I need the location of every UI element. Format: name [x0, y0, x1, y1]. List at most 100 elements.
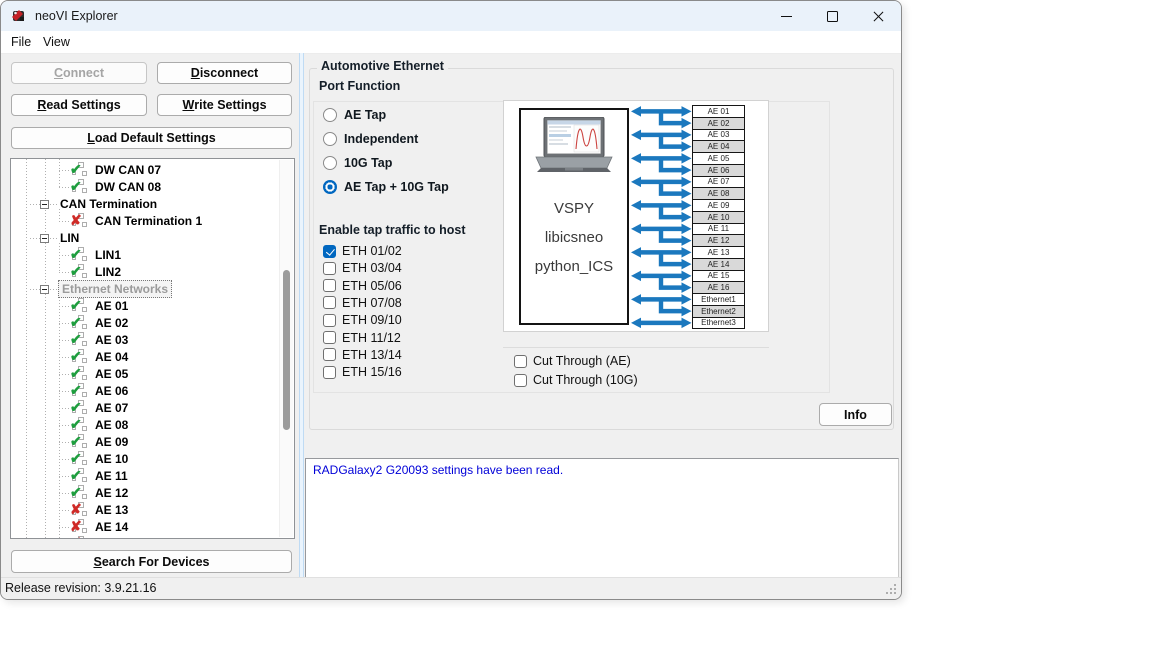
- connect-button[interactable]: Connect: [11, 62, 147, 84]
- resize-grip[interactable]: [886, 584, 897, 595]
- check-icon: ✔: [70, 450, 82, 466]
- tree-item-ae-12[interactable]: ✔AE 12: [11, 485, 280, 502]
- network-node: [82, 443, 87, 448]
- radio-option-10g-tap[interactable]: 10G Tap: [323, 153, 392, 173]
- tree-item-ae-14[interactable]: ✘ AE 14: [11, 519, 280, 536]
- tree-item-can-termination-1[interactable]: ✘CAN Termination 1: [11, 213, 280, 230]
- radio-option-ae-tap[interactable]: AE Tap: [323, 105, 386, 125]
- tree-item-label: AE 14: [95, 520, 128, 534]
- tree-item-ae-08[interactable]: ✔AE 08: [11, 417, 280, 434]
- search-for-devices-button[interactable]: Search For Devices: [11, 550, 292, 573]
- tree-item-ae-04[interactable]: ✔AE 04: [11, 349, 280, 366]
- host-software-box: VSPY libicsneo python_ICS: [519, 108, 629, 325]
- tree-expander-minus-icon[interactable]: [40, 285, 49, 294]
- tree-scrollbar[interactable]: [279, 160, 293, 537]
- checkbox-icon[interactable]: [323, 296, 336, 309]
- minimize-button[interactable]: [763, 1, 809, 31]
- tree-item-ae-07[interactable]: ✔AE 07: [11, 400, 280, 417]
- network-disabled-icon: ✘: [70, 519, 88, 535]
- disconnect-button[interactable]: Disconnect: [157, 62, 292, 84]
- cross-icon: ✘: [70, 212, 82, 228]
- checkbox-option-eth-05-06[interactable]: ETH 05/06: [323, 278, 402, 294]
- checkbox-icon[interactable]: [323, 279, 336, 292]
- tree-connector: [30, 204, 40, 205]
- checkbox-option-eth-07-08[interactable]: ETH 07/08: [323, 295, 402, 311]
- checkbox-icon[interactable]: [323, 314, 336, 327]
- tree-item-ethernet-networks[interactable]: Ethernet Networks: [11, 281, 280, 298]
- tree-item-ae-13[interactable]: ✘AE 13: [11, 502, 280, 519]
- checkbox-label: ETH 09/10: [342, 313, 402, 327]
- info-button[interactable]: Info: [819, 403, 892, 426]
- checkbox-option-eth-11-12[interactable]: ETH 11/12: [323, 330, 401, 346]
- network-node: [82, 375, 87, 380]
- network-enabled-icon: ✔: [70, 162, 88, 178]
- tree-item-ae-03[interactable]: ✔AE 03: [11, 332, 280, 349]
- checkbox-icon[interactable]: [323, 348, 336, 361]
- checkbox-option-cut-through-ae-[interactable]: Cut Through (AE): [514, 353, 631, 369]
- tree-expander-minus-icon[interactable]: [40, 200, 49, 209]
- tree-item-ae-01[interactable]: ✔AE 01: [11, 298, 280, 315]
- tree-item-dw-can-08[interactable]: ✔DW CAN 08: [11, 179, 280, 196]
- radio-icon[interactable]: [323, 132, 337, 146]
- tree-expander-minus-icon[interactable]: [40, 234, 49, 243]
- checkbox-label: ETH 07/08: [342, 296, 402, 310]
- checkbox-option-eth-09-10[interactable]: ETH 09/10: [323, 312, 402, 328]
- tree-item-lin2[interactable]: ✔LIN2: [11, 264, 280, 281]
- tree-connector: [59, 510, 70, 511]
- tree-item-ae-06[interactable]: ✔AE 06: [11, 383, 280, 400]
- menu-file[interactable]: File: [5, 31, 37, 53]
- checkbox-label: ETH 01/02: [342, 244, 402, 258]
- tree-item-ae-02[interactable]: ✔AE 02: [11, 315, 280, 332]
- tree-item-lin[interactable]: LIN: [11, 230, 280, 247]
- maximize-button[interactable]: [809, 1, 855, 31]
- checkbox-icon[interactable]: [323, 262, 336, 275]
- panel-splitter[interactable]: [297, 53, 304, 578]
- tree-rows: ✔DW CAN 07✔DW CAN 08CAN Termination✘CAN …: [11, 159, 280, 538]
- checkbox-icon[interactable]: [514, 374, 527, 387]
- tree-item-ae-10[interactable]: ✔AE 10: [11, 451, 280, 468]
- checkbox-icon[interactable]: [323, 366, 336, 379]
- tree-scrollbar-thumb[interactable]: [283, 270, 290, 430]
- host-label: libicsneo: [521, 223, 627, 252]
- network-enabled-icon: ✔: [70, 485, 88, 501]
- check-icon: ✔: [70, 314, 82, 330]
- checkbox-option-eth-15-16[interactable]: ETH 15/16: [323, 364, 402, 380]
- tree-connector: [59, 493, 70, 494]
- checkbox-icon[interactable]: [514, 355, 527, 368]
- radio-selected-icon[interactable]: [323, 180, 337, 194]
- checkbox-label: ETH 05/06: [342, 279, 402, 293]
- tree-connector: [59, 408, 70, 409]
- tap-traffic-label: Enable tap traffic to host: [319, 223, 466, 237]
- tree-item-label: AE 05: [95, 367, 128, 381]
- radio-option-ae-tap-10g-tap[interactable]: AE Tap + 10G Tap: [323, 177, 449, 197]
- radio-icon[interactable]: [323, 108, 337, 122]
- close-button[interactable]: [855, 1, 901, 31]
- write-settings-button[interactable]: Write Settings: [157, 94, 292, 116]
- port-box-ethernet3: Ethernet3: [692, 317, 745, 330]
- maximize-icon: [827, 11, 838, 22]
- tree-item-ae-11[interactable]: ✔AE 11: [11, 468, 280, 485]
- tree-item-lin1[interactable]: ✔LIN1: [11, 247, 280, 264]
- network-node: [82, 528, 87, 533]
- network-node: [82, 341, 87, 346]
- tree-item-ae-09[interactable]: ✔AE 09: [11, 434, 280, 451]
- checkbox-option-eth-01-02[interactable]: ETH 01/02: [323, 243, 402, 259]
- checkbox-option-eth-13-14[interactable]: ETH 13/14: [323, 347, 402, 363]
- menu-view[interactable]: View: [37, 31, 76, 53]
- laptop-icon: [533, 117, 615, 175]
- port-mapping-diagram: VSPY libicsneo python_ICS AE 01AE 02AE 0…: [503, 100, 769, 332]
- load-default-settings-button[interactable]: Load Default Settings: [11, 127, 292, 149]
- tree-connector: [59, 221, 70, 222]
- diagram-divider: [503, 347, 769, 348]
- radio-icon[interactable]: [323, 156, 337, 170]
- checkbox-option-cut-through-10g-[interactable]: Cut Through (10G): [514, 372, 638, 388]
- tree-item-can-termination[interactable]: CAN Termination: [11, 196, 280, 213]
- read-settings-button[interactable]: Read Settings: [11, 94, 147, 116]
- checkbox-icon[interactable]: [323, 331, 336, 344]
- tree-item-ae-15[interactable]: ✘AE 15: [11, 536, 280, 538]
- radio-option-independent[interactable]: Independent: [323, 129, 418, 149]
- tree-item-ae-05[interactable]: ✔AE 05: [11, 366, 280, 383]
- checkbox-option-eth-03-04[interactable]: ETH 03/04: [323, 260, 402, 276]
- checkbox-checked-icon[interactable]: [323, 245, 336, 258]
- tree-item-dw-can-07[interactable]: ✔DW CAN 07: [11, 162, 280, 179]
